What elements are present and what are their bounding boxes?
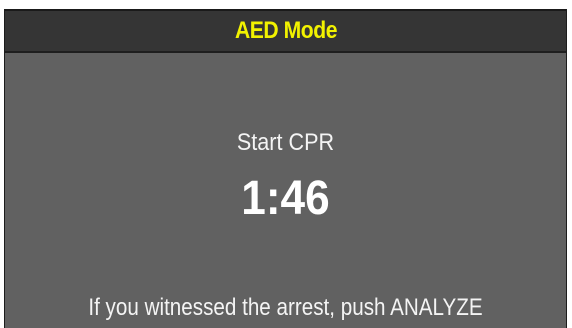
mode-title: AED Mode	[234, 17, 337, 44]
cpr-timer: 1:46	[241, 172, 330, 225]
aed-screen: AED Mode Start CPR 1:46 If you witnessed…	[4, 9, 567, 328]
cpr-prompt: Start CPR	[236, 129, 335, 156]
analyze-instruction: If you witnessed the arrest, push ANALYZ…	[88, 294, 483, 321]
device-frame: AED Mode Start CPR 1:46 If you witnessed…	[0, 0, 572, 328]
title-bar: AED Mode	[5, 9, 566, 53]
